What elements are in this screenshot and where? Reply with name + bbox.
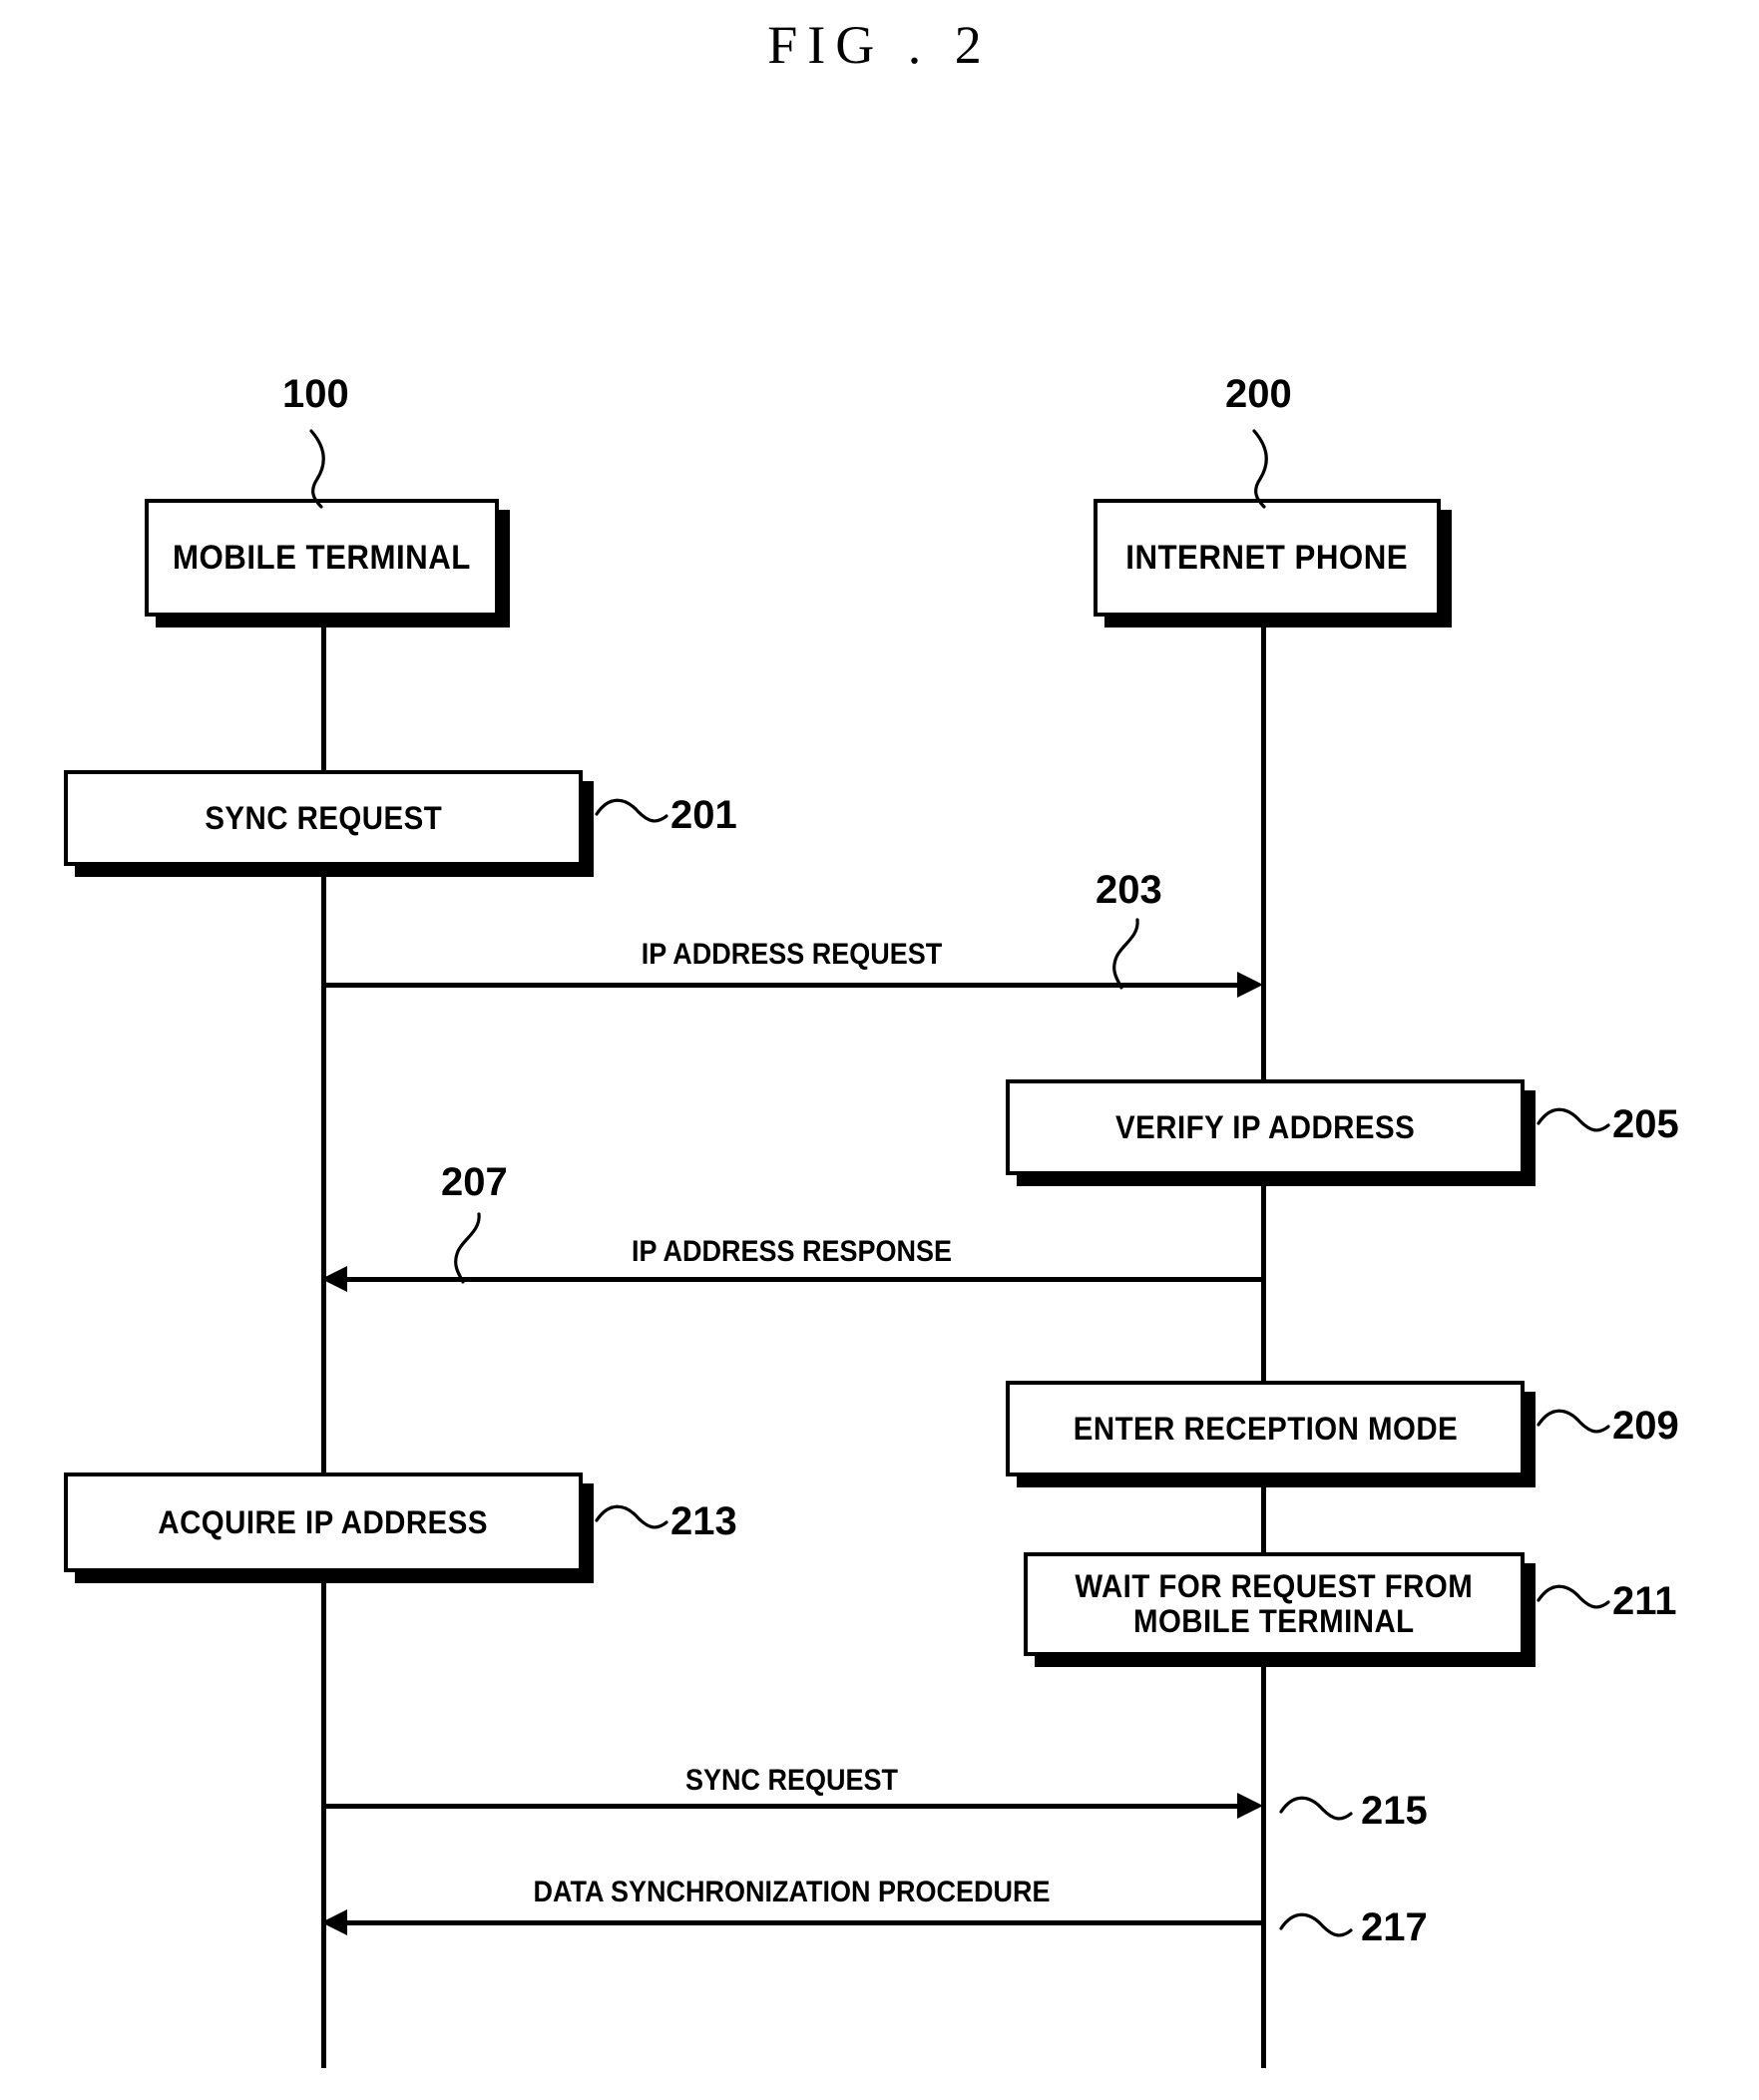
process-label-211: WAIT FOR REQUEST FROM MOBILE TERMINAL xyxy=(1075,1568,1474,1639)
figure-title: FIG . 2 xyxy=(767,15,992,75)
leader-line-211 xyxy=(1537,1584,1610,1609)
leader-line-203 xyxy=(1112,918,1139,990)
reference-numeral-100: 100 xyxy=(282,372,349,416)
process-box-209-enter-reception-mode: ENTER RECEPTION MODE xyxy=(1006,1381,1525,1476)
reference-numeral-203: 203 xyxy=(1096,868,1162,912)
actor-box-mobile-terminal: MOBILE TERMINAL xyxy=(145,499,499,617)
arrow-head-215-icon xyxy=(1237,1793,1263,1819)
leader-line-213 xyxy=(595,1504,668,1529)
patent-figure-page: FIG . 2 100 200 MOBILE TERMINAL INTERNET… xyxy=(0,0,1759,2100)
arrow-head-203-icon xyxy=(1237,972,1263,998)
leader-line-209 xyxy=(1537,1409,1610,1434)
message-arrow-217 xyxy=(347,1920,1263,1925)
reference-numeral-205: 205 xyxy=(1612,1102,1679,1146)
reference-numeral-207: 207 xyxy=(441,1160,508,1204)
process-box-205-verify-ip-address: VERIFY IP ADDRESS xyxy=(1006,1079,1525,1175)
message-label-217: DATA SYNCHRONIZATION PROCEDURE xyxy=(533,1876,1051,1908)
process-label-209: ENTER RECEPTION MODE xyxy=(1073,1410,1458,1447)
message-label-203: IP ADDRESS REQUEST xyxy=(641,938,943,971)
actor-box-internet-phone: INTERNET PHONE xyxy=(1094,499,1441,617)
leader-line-215 xyxy=(1279,1796,1353,1821)
leader-line-205 xyxy=(1537,1107,1610,1132)
reference-numeral-215: 215 xyxy=(1361,1789,1428,1833)
reference-numeral-209: 209 xyxy=(1612,1404,1679,1448)
reference-numeral-213: 213 xyxy=(670,1499,737,1543)
process-label-213: ACQUIRE IP ADDRESS xyxy=(158,1503,489,1540)
actor-label-mobile-terminal: MOBILE TERMINAL xyxy=(173,538,471,577)
reference-numeral-201: 201 xyxy=(670,793,737,837)
reference-numeral-217: 217 xyxy=(1361,1905,1428,1949)
process-box-201-sync-request: SYNC REQUEST xyxy=(64,770,583,866)
reference-numeral-200: 200 xyxy=(1225,372,1292,416)
reference-numeral-211: 211 xyxy=(1612,1579,1677,1623)
process-box-211-wait-for-request: WAIT FOR REQUEST FROM MOBILE TERMINAL xyxy=(1024,1552,1525,1656)
actor-label-internet-phone: INTERNET PHONE xyxy=(1125,538,1409,577)
process-box-213-acquire-ip-address: ACQUIRE IP ADDRESS xyxy=(64,1472,583,1572)
leader-line-100 xyxy=(309,429,325,509)
message-arrow-215 xyxy=(321,1804,1239,1809)
message-label-215: SYNC REQUEST xyxy=(684,1764,899,1797)
arrow-head-207-icon xyxy=(321,1266,347,1292)
process-label-205: VERIFY IP ADDRESS xyxy=(1114,1108,1416,1145)
leader-line-217 xyxy=(1279,1912,1353,1937)
leader-line-200 xyxy=(1252,429,1268,509)
leader-line-201 xyxy=(595,798,668,823)
process-label-201: SYNC REQUEST xyxy=(205,799,442,836)
leader-line-207 xyxy=(454,1212,481,1284)
arrow-head-217-icon xyxy=(321,1909,347,1935)
lifeline-internet-phone xyxy=(1261,617,1266,2068)
